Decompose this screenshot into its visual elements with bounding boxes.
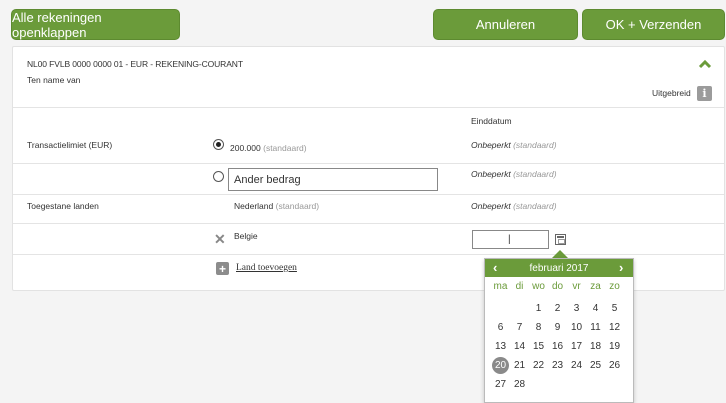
- calendar-day[interactable]: 12: [605, 322, 624, 333]
- weekday-label: zo: [609, 281, 620, 292]
- other-amount-input[interactable]: Ander bedrag: [228, 168, 438, 191]
- extended-label: Uitgebreid: [652, 88, 691, 98]
- divider: [13, 254, 724, 255]
- add-country-icon[interactable]: +: [216, 262, 229, 275]
- calendar-week: 13 14 15 16 17 18 19: [491, 337, 624, 356]
- calendar-day[interactable]: 2: [548, 303, 567, 314]
- calendar-day[interactable]: 20: [492, 357, 509, 374]
- add-country-link[interactable]: Land toevoegen: [236, 263, 297, 273]
- info-icon[interactable]: i: [697, 86, 712, 101]
- allowed-countries-label: Toegestane landen: [27, 201, 99, 211]
- datepicker: februari 2017 ‹ › ma di wo do vr za zo 1234567…: [484, 258, 634, 403]
- calendar-icon[interactable]: [555, 234, 566, 245]
- calendar-day[interactable]: 25: [586, 360, 605, 371]
- datepicker-month: februari 2017: [529, 262, 589, 274]
- calendar-day[interactable]: 1: [529, 303, 548, 314]
- toolbar: Alle rekeningen openklappen Annuleren OK…: [0, 0, 726, 50]
- calendar-day[interactable]: 24: [567, 360, 586, 371]
- calendar-day[interactable]: 27: [491, 379, 510, 390]
- calendar-day[interactable]: 10: [567, 322, 586, 333]
- calendar-day[interactable]: 5: [605, 303, 624, 314]
- default-limit-value: 200.000 (standaard): [230, 143, 307, 153]
- end-date-input[interactable]: |: [472, 230, 549, 249]
- collapse-chevron-icon[interactable]: [698, 58, 712, 70]
- calendar-day[interactable]: 21: [510, 360, 529, 371]
- default-limit-radio[interactable]: [213, 139, 224, 150]
- expand-all-button[interactable]: Alle rekeningen openklappen: [11, 9, 180, 40]
- calendar-day[interactable]: 22: [529, 360, 548, 371]
- calendar-week: 27 28: [491, 375, 624, 394]
- country-default-value: Nederland (standaard): [234, 201, 320, 211]
- divider: [13, 194, 724, 195]
- calendar-day[interactable]: 13: [491, 341, 510, 352]
- calendar-day[interactable]: 16: [548, 341, 567, 352]
- calendar-day[interactable]: 6: [491, 322, 510, 333]
- end-date-header: Einddatum: [471, 116, 512, 126]
- weekday-label: wo: [532, 281, 545, 292]
- next-month-icon[interactable]: ›: [619, 260, 623, 275]
- datepicker-pointer: [552, 250, 568, 258]
- calendar-day[interactable]: 18: [586, 341, 605, 352]
- calendar-day[interactable]: 4: [586, 303, 605, 314]
- calendar-day[interactable]: 23: [548, 360, 567, 371]
- calendar-day[interactable]: 14: [510, 341, 529, 352]
- divider: [13, 163, 724, 164]
- account-number: NL00 FVLB 0000 0000 01 - EUR - REKENING-…: [27, 59, 243, 69]
- weekday-header: ma di wo do vr za zo: [491, 281, 624, 292]
- end-date-value: Onbeperkt (standaard): [471, 201, 557, 211]
- account-holder-label: Ten name van: [27, 75, 81, 85]
- divider: [13, 107, 724, 108]
- calendar-day[interactable]: 17: [567, 341, 586, 352]
- calendar-day[interactable]: 3: [567, 303, 586, 314]
- weekday-label: do: [551, 281, 564, 292]
- end-date-value: Onbeperkt (standaard): [471, 140, 557, 150]
- account-card: NL00 FVLB 0000 0000 01 - EUR - REKENING-…: [12, 46, 725, 291]
- calendar-day[interactable]: 11: [586, 322, 605, 333]
- weekday-label: vr: [572, 281, 581, 292]
- datepicker-header: februari 2017: [485, 259, 633, 277]
- prev-month-icon[interactable]: ‹: [493, 260, 497, 275]
- transaction-limit-label: Transactielimiet (EUR): [27, 140, 113, 150]
- calendar-day[interactable]: 26: [605, 360, 624, 371]
- remove-country-icon[interactable]: ✕: [214, 231, 226, 248]
- calendar-day[interactable]: 9: [548, 322, 567, 333]
- calendar-day[interactable]: 19: [605, 341, 624, 352]
- calendar-week: 20 21 22 23 24 25 26: [491, 356, 624, 375]
- ok-send-button[interactable]: OK + Verzenden: [582, 9, 725, 40]
- calendar-week: 6 7 8 9 10 11 12: [491, 318, 624, 337]
- weekday-label: ma: [493, 281, 508, 292]
- calendar-week: 12345: [491, 299, 624, 318]
- weekday-label: di: [515, 281, 524, 292]
- divider: [13, 223, 724, 224]
- day-grid: 1 2 3 4 5 6 7 8 9 10 11 12 13 14 15 16 17 18 19 20 21 22 23 24 2…: [491, 299, 624, 394]
- calendar-day[interactable]: 7: [510, 322, 529, 333]
- country-value: Belgie: [234, 231, 258, 241]
- calendar-day[interactable]: 15: [529, 341, 548, 352]
- other-amount-radio[interactable]: [213, 171, 224, 182]
- end-date-value: Onbeperkt (standaard): [471, 169, 557, 179]
- cancel-button[interactable]: Annuleren: [433, 9, 578, 40]
- weekday-label: za: [590, 281, 601, 292]
- calendar-day[interactable]: 8: [529, 322, 548, 333]
- calendar-day[interactable]: 28: [510, 379, 529, 390]
